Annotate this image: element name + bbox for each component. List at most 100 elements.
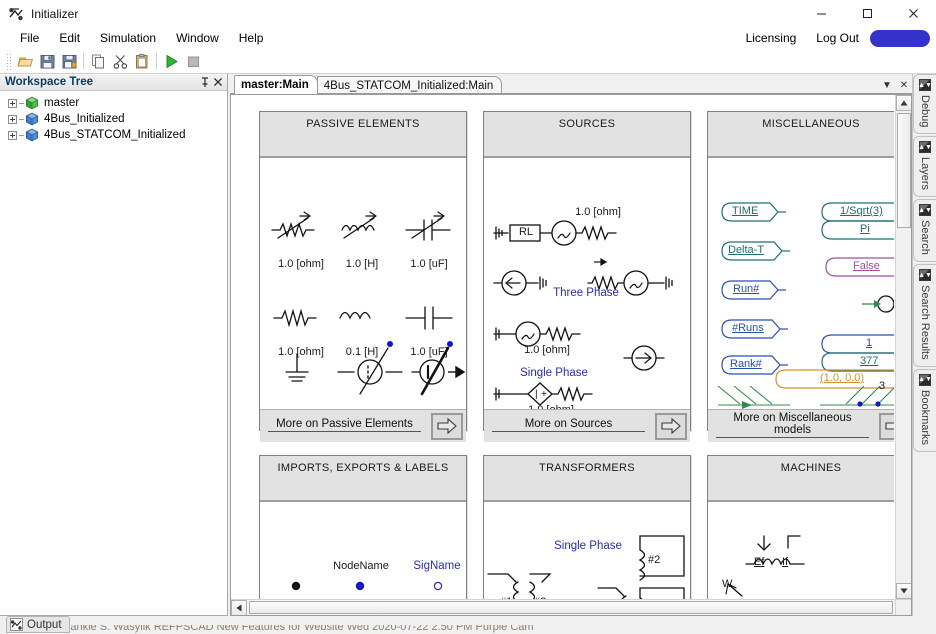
svg-text:+: + — [541, 389, 547, 400]
window-title: Initializer — [31, 6, 79, 21]
library-panel-sources[interactable]: SOURCES | + RL 1.0 [ohm] 1.0 [ohm] Three… — [483, 111, 691, 442]
maximize-button[interactable] — [844, 0, 890, 27]
next-page-arrow-button[interactable] — [879, 412, 894, 440]
library-panel-imports-exports-labels[interactable]: IMPORTS, EXPORTS & LABELS NodeName SigNa… — [259, 455, 467, 599]
cut-icon[interactable] — [109, 50, 131, 72]
chevron-down-icon[interactable]: ▼ — [881, 78, 893, 92]
signal-tag-time[interactable]: TIME — [732, 205, 758, 217]
passive-elements-symbols — [271, 211, 466, 396]
status-bar: Frankie S. Wasylik REFPSCAD New Features… — [0, 616, 936, 634]
signal-tag-rank-number[interactable]: Rank# — [730, 358, 762, 370]
library-panel-passive-elements[interactable]: PASSIVE ELEMENTS 1.0 [ohm] 1.0 [H] 1.0 [… — [259, 111, 467, 442]
winding-label-4: #2 — [648, 554, 661, 566]
search-results-panel-icon: ▲▼ — [918, 269, 932, 282]
more-on-miscellaneous-link[interactable]: More on Miscellaneous models — [716, 412, 869, 438]
constant-tag-inv-sqrt3[interactable]: 1/Sqrt(3) — [840, 205, 883, 217]
save-as-icon[interactable] — [58, 50, 80, 72]
close-icon[interactable]: ✕ — [898, 78, 910, 92]
next-page-arrow-button[interactable] — [655, 412, 687, 440]
signal-tag-num-runs[interactable]: #Runs — [732, 322, 764, 334]
paste-icon[interactable] — [131, 50, 153, 72]
save-icon[interactable] — [36, 50, 58, 72]
more-on-passive-elements-link[interactable]: More on Passive Elements — [268, 418, 421, 432]
copy-icon[interactable] — [87, 50, 109, 72]
element-value-label: RL — [518, 226, 534, 238]
expander-icon[interactable] — [8, 114, 17, 124]
tree-item-label: 4Bus_Initialized — [44, 113, 125, 125]
next-page-arrow-button[interactable] — [431, 412, 463, 440]
tab-4bus-statcom-initialized-main[interactable]: 4Bus_STATCOM_Initialized:Main — [316, 76, 503, 94]
document-tab-strip: master:Main 4Bus_STATCOM_Initialized:Mai… — [230, 74, 912, 94]
library-panel-machines[interactable]: MACHINES Ef If W — [707, 455, 894, 599]
rail-tab-search[interactable]: ▲▼ Search — [913, 199, 936, 263]
more-on-sources-link[interactable]: More on Sources — [492, 418, 645, 432]
open-folder-icon[interactable] — [14, 50, 36, 72]
run-icon[interactable] — [160, 50, 182, 72]
title-bar: Initializer — [0, 0, 936, 27]
right-dock-rail: ▲▼ Debug ▲▼ Layers ▲▼ Search ▲▼ Search R… — [912, 74, 936, 616]
rail-tab-debug[interactable]: ▲▼ Debug — [913, 74, 936, 135]
output-tab[interactable]: Output — [6, 616, 70, 633]
constant-tag-pi[interactable]: Pi — [860, 223, 870, 235]
debug-panel-icon: ▲▼ — [918, 79, 932, 91]
workspace-tree-title: Workspace Tree — [5, 76, 94, 88]
toolbar-grip[interactable] — [6, 52, 11, 70]
constant-tag-one[interactable]: 1 — [866, 337, 872, 349]
pin-icon[interactable] — [198, 76, 211, 89]
horizontal-scroll-thumb[interactable] — [249, 601, 893, 614]
menu-licensing[interactable]: Licensing — [736, 29, 807, 47]
wire-label-ring — [433, 581, 443, 591]
menu-edit[interactable]: Edit — [49, 29, 90, 47]
single-phase-label: Single Phase — [520, 367, 588, 379]
close-icon[interactable] — [211, 76, 224, 89]
tab-master-main[interactable]: master:Main — [234, 75, 318, 94]
scroll-up-button[interactable] — [896, 95, 911, 111]
constant-tag-complex[interactable]: (1.0, 0.0) — [820, 372, 864, 384]
forced-connection-dot — [291, 581, 301, 591]
scroll-left-button[interactable] — [231, 600, 247, 615]
svg-text:|: | — [535, 389, 538, 400]
tree-connector — [19, 118, 24, 120]
menu-help[interactable]: Help — [229, 29, 274, 47]
expander-icon[interactable] — [8, 98, 17, 108]
rail-tab-search-results[interactable]: ▲▼ Search Results — [913, 264, 936, 367]
document-area: master:Main 4Bus_STATCOM_Initialized:Mai… — [230, 74, 912, 616]
signal-tag-run-number[interactable]: Run# — [733, 283, 759, 295]
minimize-button[interactable] — [798, 0, 844, 27]
menu-log-out[interactable]: Log Out — [806, 29, 869, 47]
layers-panel-icon: ▲▼ — [918, 141, 932, 154]
panel-body: | + RL 1.0 [ohm] 1.0 [ohm] 1.0 [ohm] — [484, 158, 690, 416]
stop-icon[interactable] — [182, 50, 204, 72]
rail-tab-layers[interactable]: ▲▼ Layers — [913, 136, 936, 198]
tree-item-4bus-statcom-initialized[interactable]: 4Bus_STATCOM_Initialized — [2, 127, 227, 143]
schematic-canvas[interactable]: PASSIVE ELEMENTS 1.0 [ohm] 1.0 [H] 1.0 [… — [235, 95, 894, 599]
tree-item-master[interactable]: master — [2, 95, 227, 111]
menu-window[interactable]: Window — [166, 29, 229, 47]
rail-tab-label: Debug — [919, 95, 931, 128]
labels-symbols — [291, 581, 443, 591]
machines-symbols: ~ — [725, 535, 805, 597]
canvas-horizontal-scrollbar[interactable] — [231, 599, 895, 615]
library-panel-transformers[interactable]: TRANSFORMERS Single Phase #2 — [483, 455, 691, 599]
user-name-redacted[interactable] — [870, 29, 930, 47]
workspace-tree-body: master 4Bus_Initialized 4Bus_STATCOM_Ini… — [0, 91, 227, 615]
rail-tab-bookmarks[interactable]: ▲▼ Bookmarks — [913, 368, 936, 452]
element-value-label: 1.0 [ohm] — [278, 258, 324, 270]
constant-tag-false[interactable]: False — [853, 260, 880, 272]
element-value-label: 0.1 [H] — [345, 346, 379, 358]
canvas-vertical-scrollbar[interactable] — [895, 95, 911, 599]
constant-tag-377[interactable]: 377 — [860, 355, 878, 367]
vertical-scroll-thumb[interactable] — [897, 113, 911, 228]
signal-tag-delta-t[interactable]: Delta-T — [728, 244, 764, 256]
scroll-down-button[interactable] — [896, 583, 911, 599]
tree-item-label: 4Bus_STATCOM_Initialized — [44, 129, 186, 141]
expander-icon[interactable] — [8, 130, 17, 140]
panel-title: PASSIVE ELEMENTS — [260, 112, 466, 158]
library-panel-miscellaneous[interactable]: MISCELLANEOUS TIME Delta-T Run# #Runs Ra… — [707, 111, 894, 442]
menu-simulation[interactable]: Simulation — [90, 29, 166, 47]
tree-item-label: master — [44, 97, 80, 109]
close-button[interactable] — [890, 0, 936, 27]
tree-item-4bus-initialized[interactable]: 4Bus_Initialized — [2, 111, 227, 127]
menu-bar: File Edit Simulation Window Help Licensi… — [0, 27, 936, 49]
menu-file[interactable]: File — [10, 29, 49, 47]
